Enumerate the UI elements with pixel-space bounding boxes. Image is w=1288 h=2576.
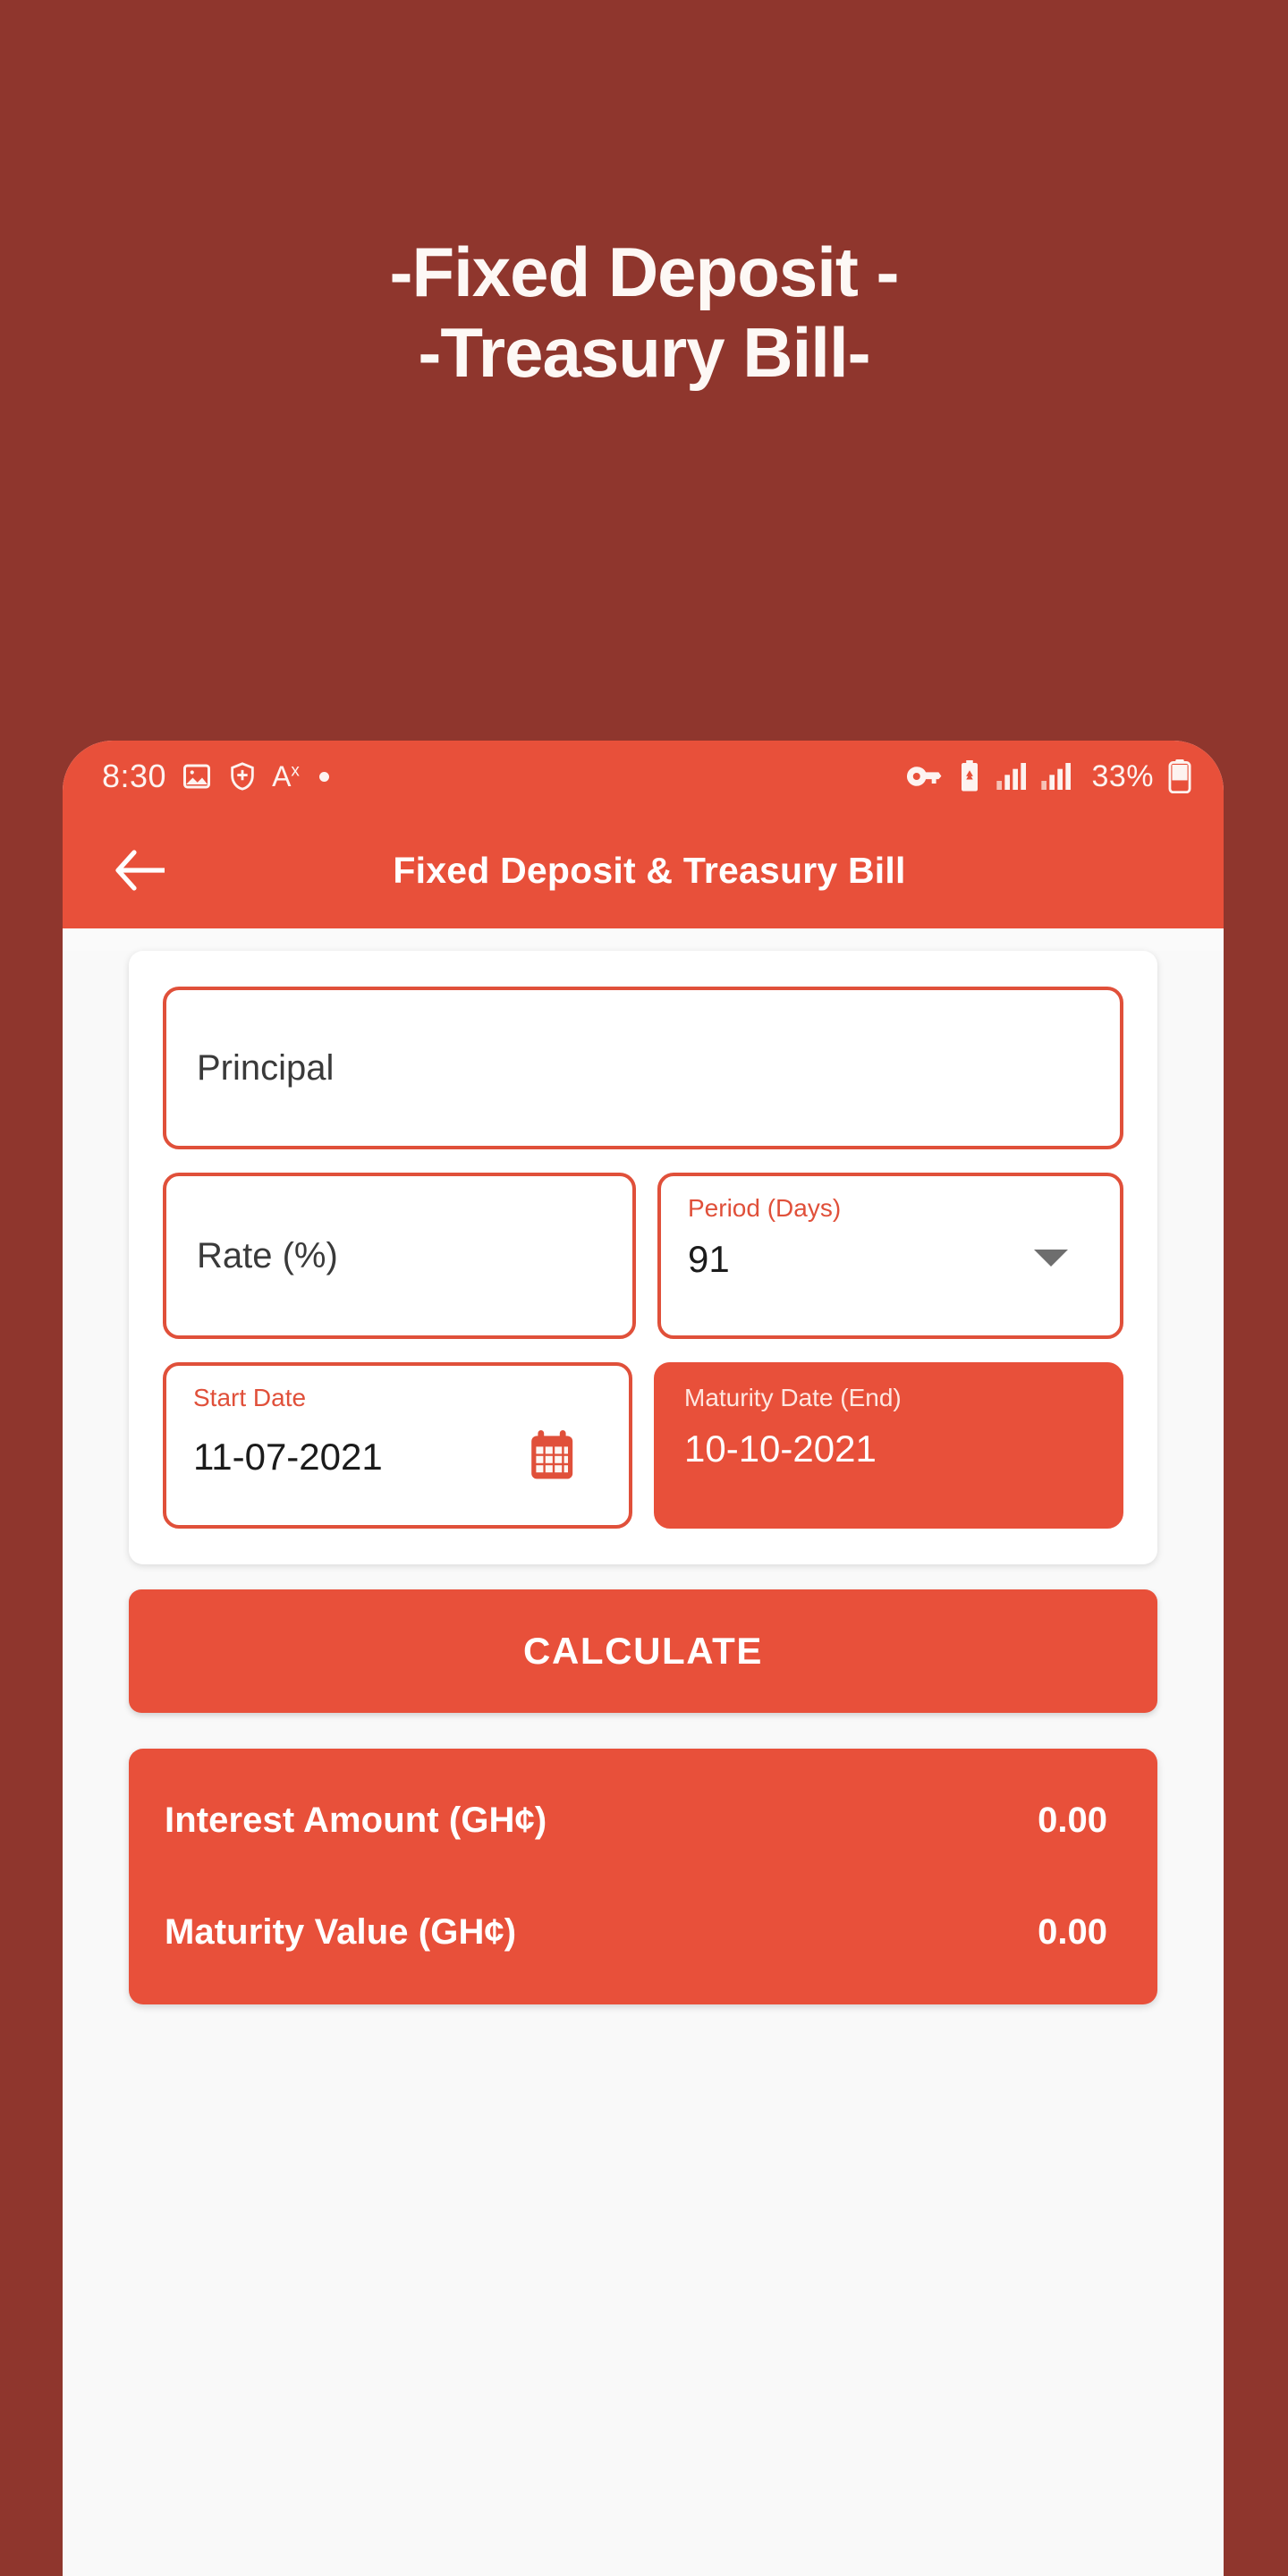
text-size-icon: Ax <box>272 760 300 792</box>
battery-icon <box>1168 759 1191 793</box>
principal-placeholder: Principal <box>197 1047 335 1088</box>
maturity-date-value-row: 10-10-2021 <box>684 1430 1093 1468</box>
maturity-date-label: Maturity Date (End) <box>684 1384 902 1411</box>
maturity-value-label: Maturity Value (GH¢) <box>165 1912 517 1952</box>
image-icon <box>181 760 213 792</box>
start-date-value: 11-07-2021 <box>193 1436 383 1478</box>
calculate-button[interactable]: CALCULATE <box>129 1589 1157 1713</box>
period-value: 91 <box>688 1238 730 1280</box>
start-date-label: Start Date <box>193 1384 307 1411</box>
maturity-date-field: Maturity Date (End) 10-10-2021 <box>654 1362 1123 1529</box>
screen-content: Principal Rate (%) Period (Days) 91 Star… <box>63 951 1224 2576</box>
status-bar-left: 8:30 Ax <box>102 758 335 795</box>
chevron-down-icon[interactable] <box>1034 1249 1068 1267</box>
signal-icon <box>1041 763 1072 790</box>
back-button[interactable] <box>104 835 175 906</box>
period-label: Period (Days) <box>688 1194 842 1222</box>
period-dropdown[interactable]: Period (Days) 91 <box>657 1173 1123 1339</box>
start-date-field[interactable]: Start Date 11-07-2021 <box>163 1362 632 1529</box>
signal-icon <box>996 763 1027 790</box>
status-bar: 8:30 Ax 33% <box>63 741 1224 812</box>
promo-line-2: -Treasury Bill- <box>418 312 870 392</box>
shield-icon <box>227 760 258 792</box>
rate-period-row: Rate (%) Period (Days) 91 <box>163 1173 1123 1339</box>
maturity-date-value: 10-10-2021 <box>684 1428 877 1470</box>
status-clock: 8:30 <box>102 758 167 794</box>
maturity-value-value: 0.00 <box>1038 1912 1107 1952</box>
promo-line-1: -Fixed Deposit - <box>389 233 899 311</box>
results-card: Interest Amount (GH¢) 0.00 Maturity Valu… <box>129 1749 1157 2004</box>
back-arrow-icon <box>114 850 165 891</box>
app-bar: Fixed Deposit & Treasury Bill <box>63 812 1224 928</box>
promo-heading: -Fixed Deposit - -Treasury Bill- <box>0 233 1288 393</box>
input-form-card: Principal Rate (%) Period (Days) 91 Star… <box>129 951 1157 1564</box>
status-bar-right: 33% <box>907 759 1191 794</box>
rate-placeholder: Rate (%) <box>197 1235 338 1275</box>
rate-input[interactable]: Rate (%) <box>163 1173 636 1339</box>
interest-amount-value: 0.00 <box>1038 1801 1107 1840</box>
principal-input[interactable]: Principal <box>163 987 1123 1149</box>
maturity-value-row: Maturity Value (GH¢) 0.00 <box>165 1912 1107 1953</box>
battery-saver-icon <box>957 760 982 792</box>
interest-amount-row: Interest Amount (GH¢) 0.00 <box>165 1801 1107 1841</box>
page-title: Fixed Deposit & Treasury Bill <box>393 849 906 891</box>
vpn-key-icon <box>907 765 943 788</box>
dot-icon <box>318 771 329 782</box>
start-date-value-row: 11-07-2021 <box>193 1430 602 1484</box>
phone-mockup: 8:30 Ax 33% Fixed Deposit & Treasury Bil… <box>63 741 1224 2576</box>
period-value-row: 91 <box>688 1241 1093 1278</box>
date-row: Start Date 11-07-2021 Maturity Date (End… <box>163 1362 1123 1529</box>
battery-percent: 33% <box>1091 758 1154 793</box>
calendar-icon[interactable] <box>530 1430 580 1482</box>
interest-amount-label: Interest Amount (GH¢) <box>165 1801 547 1840</box>
